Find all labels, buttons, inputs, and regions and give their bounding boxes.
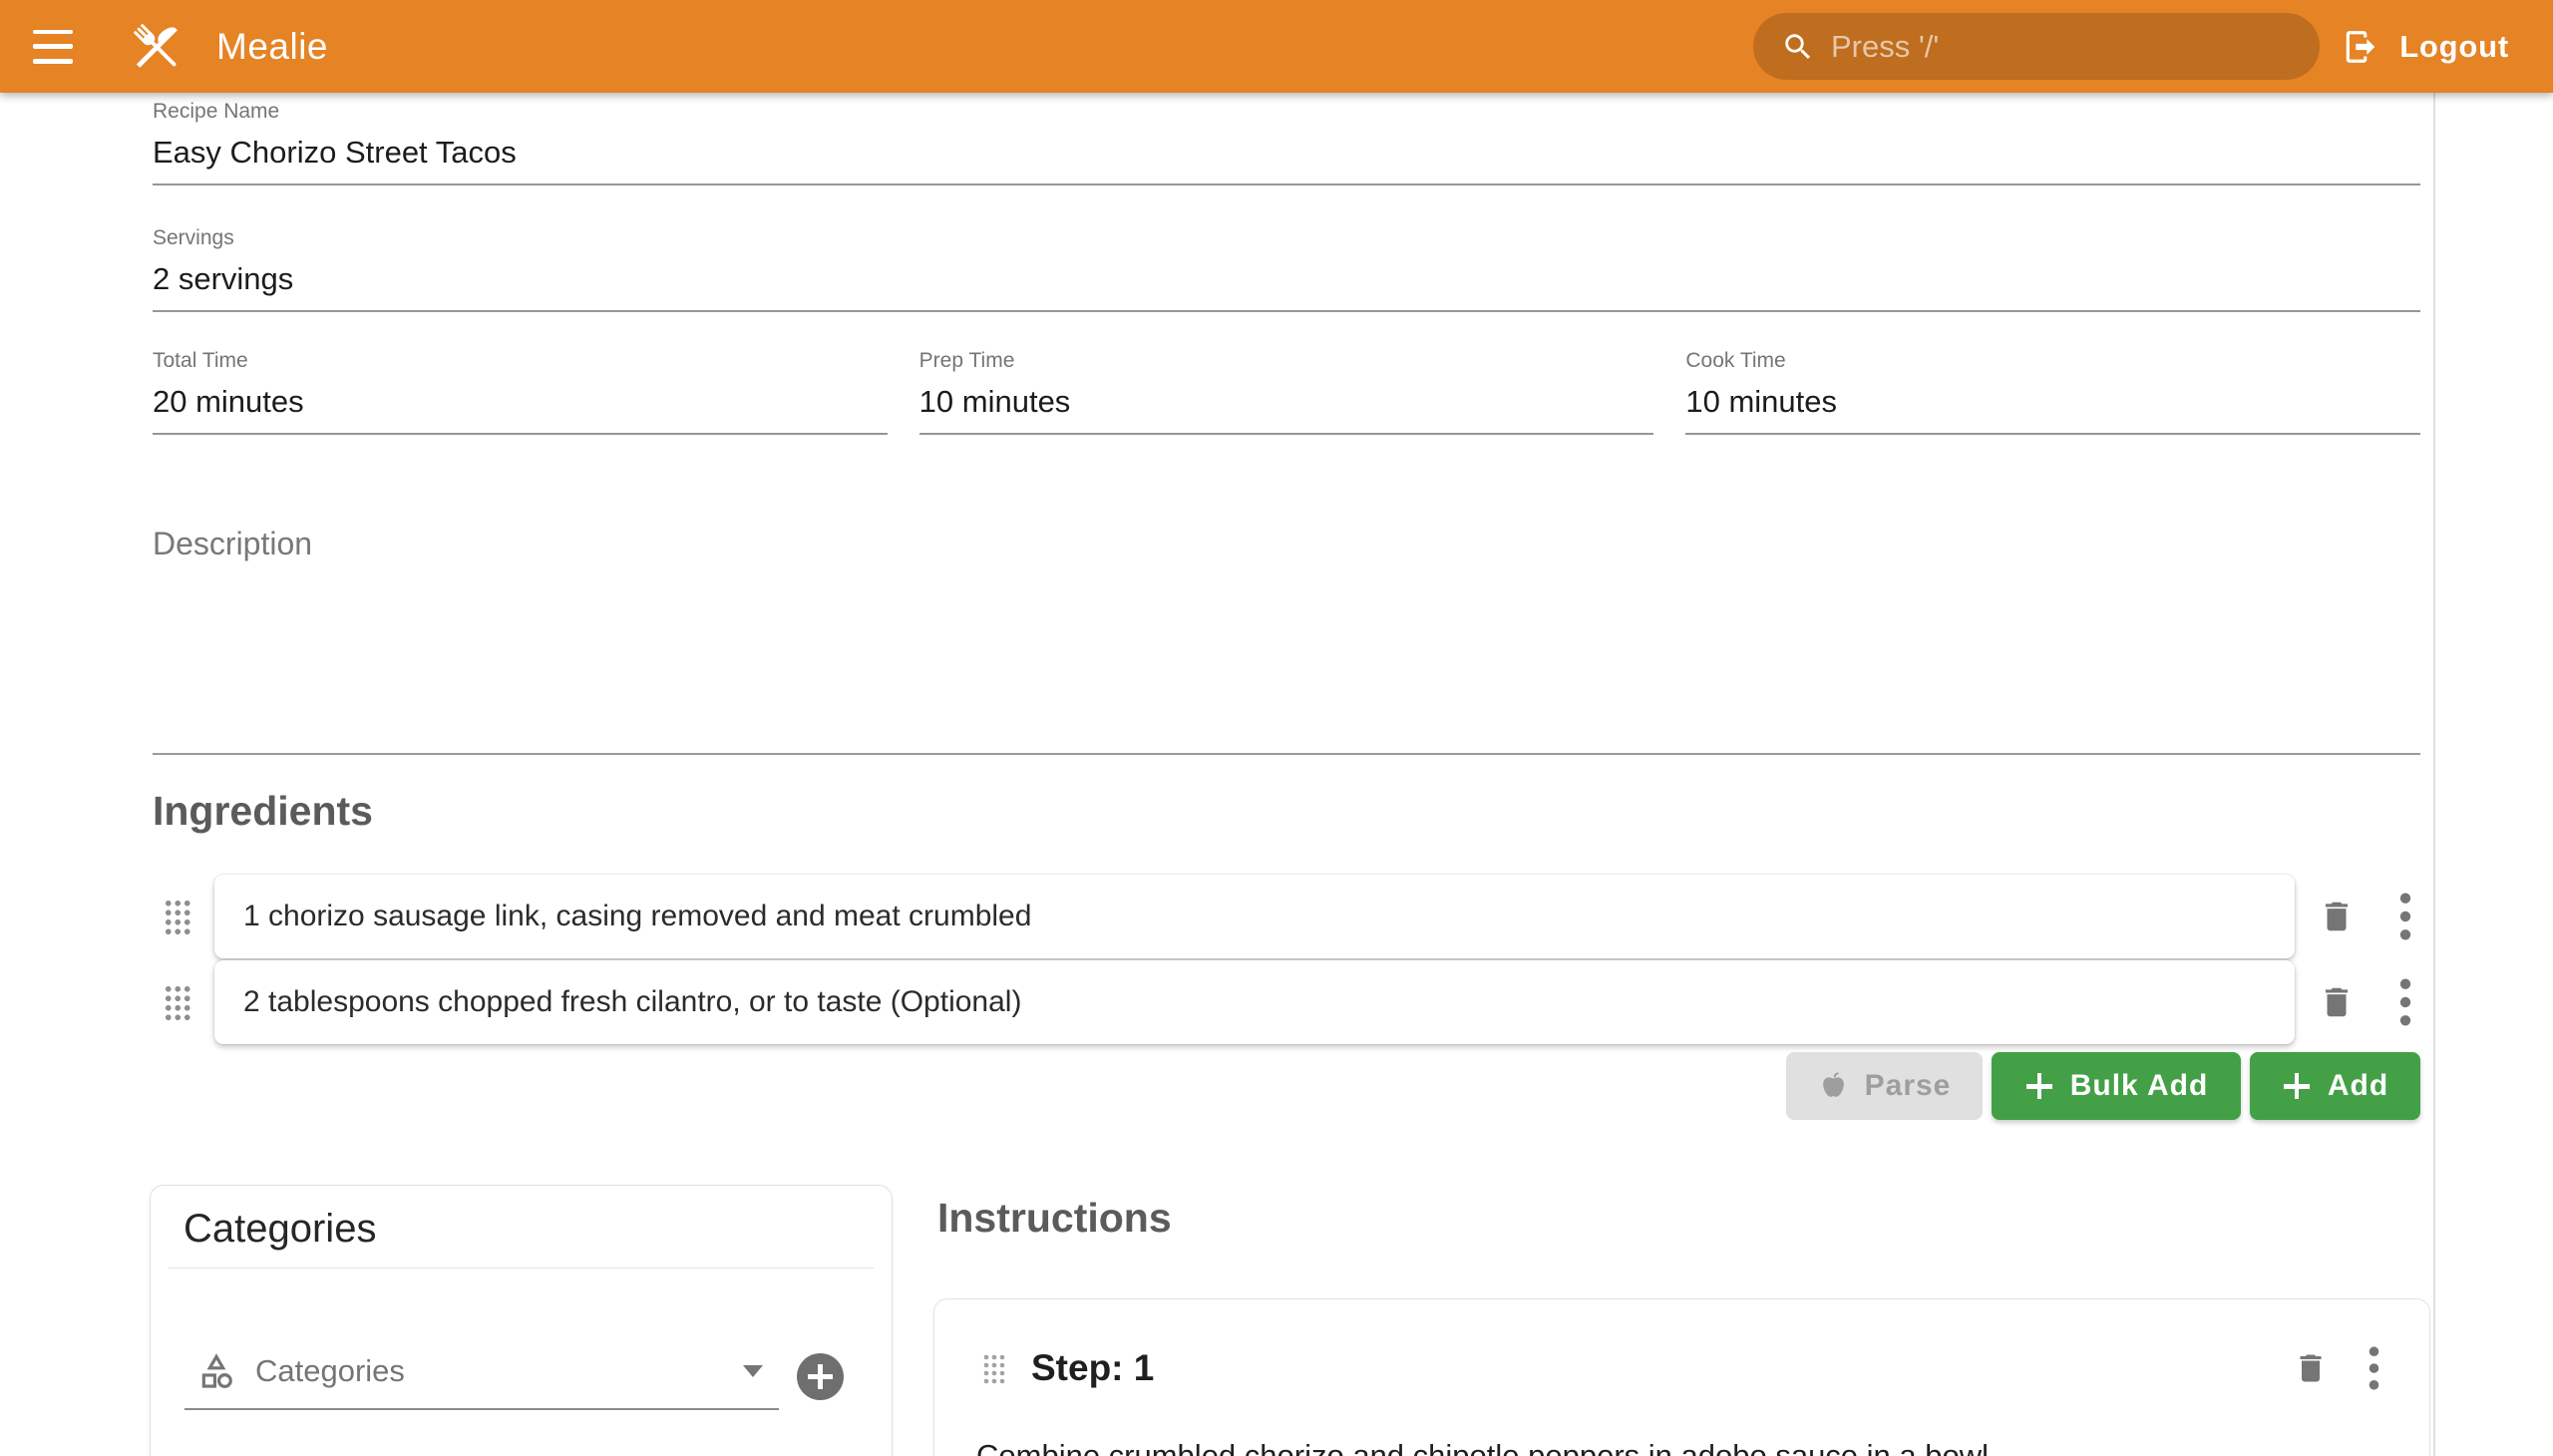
delete-ingredient-button[interactable] bbox=[2317, 898, 2357, 935]
ingredient-input[interactable]: 1 chorizo sausage link, casing removed a… bbox=[214, 875, 2295, 958]
logout-icon bbox=[2342, 28, 2379, 66]
step-instruction-textarea[interactable]: Combine crumbled chorizo and chipotle pe… bbox=[976, 1435, 2383, 1456]
logout-button[interactable]: Logout bbox=[2342, 0, 2509, 93]
search-icon bbox=[1781, 30, 1815, 64]
categories-card-title: Categories bbox=[183, 1204, 892, 1254]
add-button-label: Add bbox=[2328, 1069, 2388, 1103]
cook-time-field: Cook Time 10 minutes bbox=[1685, 348, 2420, 435]
ingredient-input[interactable]: 2 tablespoons chopped fresh cilantro, or… bbox=[214, 960, 2295, 1044]
trash-icon bbox=[2318, 983, 2356, 1021]
kebab-menu-icon bbox=[2369, 1345, 2379, 1391]
parse-button[interactable]: Parse bbox=[1786, 1052, 1983, 1120]
add-button[interactable]: Add bbox=[2250, 1052, 2420, 1120]
trash-icon bbox=[2318, 898, 2356, 935]
drag-handle-icon[interactable] bbox=[164, 899, 190, 934]
ingredient-menu-button[interactable] bbox=[2390, 892, 2420, 941]
apple-icon bbox=[1818, 1071, 1849, 1102]
recipe-editor-screen: Mealie Logout Recipe Name Easy Chorizo S… bbox=[0, 0, 2553, 1456]
categories-select-placeholder: Categories bbox=[255, 1353, 743, 1389]
servings-label: Servings bbox=[153, 225, 2420, 251]
step-menu-button[interactable] bbox=[2369, 1345, 2379, 1391]
trash-icon bbox=[2293, 1350, 2329, 1386]
time-fields-row: Total Time 20 minutes Prep Time 10 minut… bbox=[153, 348, 2420, 435]
chevron-down-icon bbox=[743, 1365, 763, 1377]
plus-icon bbox=[2282, 1071, 2312, 1101]
ingredient-menu-button[interactable] bbox=[2390, 977, 2420, 1027]
drag-handle-icon[interactable] bbox=[164, 984, 190, 1020]
ingredient-text: 2 tablespoons chopped fresh cilantro, or… bbox=[243, 985, 1021, 1019]
ingredient-text: 1 chorizo sausage link, casing removed a… bbox=[243, 900, 1031, 933]
app-title: Mealie bbox=[216, 26, 328, 68]
add-category-button[interactable] bbox=[797, 1353, 844, 1400]
total-time-field: Total Time 20 minutes bbox=[153, 348, 888, 435]
bulk-add-button-label: Bulk Add bbox=[2070, 1069, 2209, 1103]
logout-label: Logout bbox=[2399, 29, 2509, 65]
step-header: Step: 1 bbox=[934, 1299, 2429, 1391]
ingredient-row: 1 chorizo sausage link, casing removed a… bbox=[153, 875, 2420, 958]
cook-time-input[interactable]: 10 minutes bbox=[1685, 382, 2420, 435]
shapes-icon bbox=[197, 1352, 235, 1390]
app-bar: Mealie Logout bbox=[0, 0, 2553, 93]
total-time-input[interactable]: 20 minutes bbox=[153, 382, 888, 435]
content-right-divider bbox=[2433, 93, 2435, 1456]
prep-time-label: Prep Time bbox=[919, 348, 1654, 374]
kebab-menu-icon bbox=[2399, 892, 2411, 941]
categories-card: Categories Categories bbox=[150, 1185, 893, 1456]
recipe-name-input[interactable]: Easy Chorizo Street Tacos bbox=[153, 133, 2420, 185]
drag-handle-icon[interactable] bbox=[982, 1353, 1005, 1384]
prep-time-field: Prep Time 10 minutes bbox=[919, 348, 1654, 435]
delete-ingredient-button[interactable] bbox=[2317, 983, 2357, 1021]
plus-icon bbox=[2024, 1071, 2054, 1101]
description-textarea[interactable]: Description bbox=[153, 526, 2420, 755]
kebab-menu-icon bbox=[2399, 977, 2411, 1027]
categories-select-row: Categories bbox=[184, 1352, 892, 1410]
categories-select[interactable]: Categories bbox=[184, 1352, 779, 1410]
instruction-step-card: Step: 1 Combine crumbled chorizo and chi… bbox=[933, 1298, 2430, 1456]
step-title: Step: 1 bbox=[1031, 1347, 1154, 1389]
search-bar[interactable] bbox=[1753, 13, 2320, 80]
instructions-section-title: Instructions bbox=[937, 1195, 1172, 1242]
cook-time-label: Cook Time bbox=[1685, 348, 2420, 374]
mealie-fork-knife-logo-icon[interactable] bbox=[125, 15, 188, 79]
total-time-label: Total Time bbox=[153, 348, 888, 374]
bulk-add-button[interactable]: Bulk Add bbox=[1992, 1052, 2241, 1120]
ingredient-row: 2 tablespoons chopped fresh cilantro, or… bbox=[153, 960, 2420, 1044]
servings-input[interactable]: 2 servings bbox=[153, 259, 2420, 312]
servings-field: Servings 2 servings bbox=[153, 225, 2420, 312]
ingredient-actions-row: Parse Bulk Add Add bbox=[153, 1052, 2420, 1120]
search-input[interactable] bbox=[1831, 29, 2296, 65]
ingredients-list: 1 chorizo sausage link, casing removed a… bbox=[153, 875, 2420, 1046]
hamburger-menu-icon[interactable] bbox=[33, 30, 73, 64]
prep-time-input[interactable]: 10 minutes bbox=[919, 382, 1654, 435]
delete-step-button[interactable] bbox=[2293, 1350, 2329, 1386]
parse-button-label: Parse bbox=[1865, 1069, 1952, 1103]
recipe-name-label: Recipe Name bbox=[153, 99, 2420, 125]
description-placeholder: Description bbox=[153, 526, 2420, 562]
ingredients-section-title: Ingredients bbox=[153, 788, 373, 835]
recipe-name-field: Recipe Name Easy Chorizo Street Tacos bbox=[153, 99, 2420, 185]
divider bbox=[169, 1268, 874, 1269]
